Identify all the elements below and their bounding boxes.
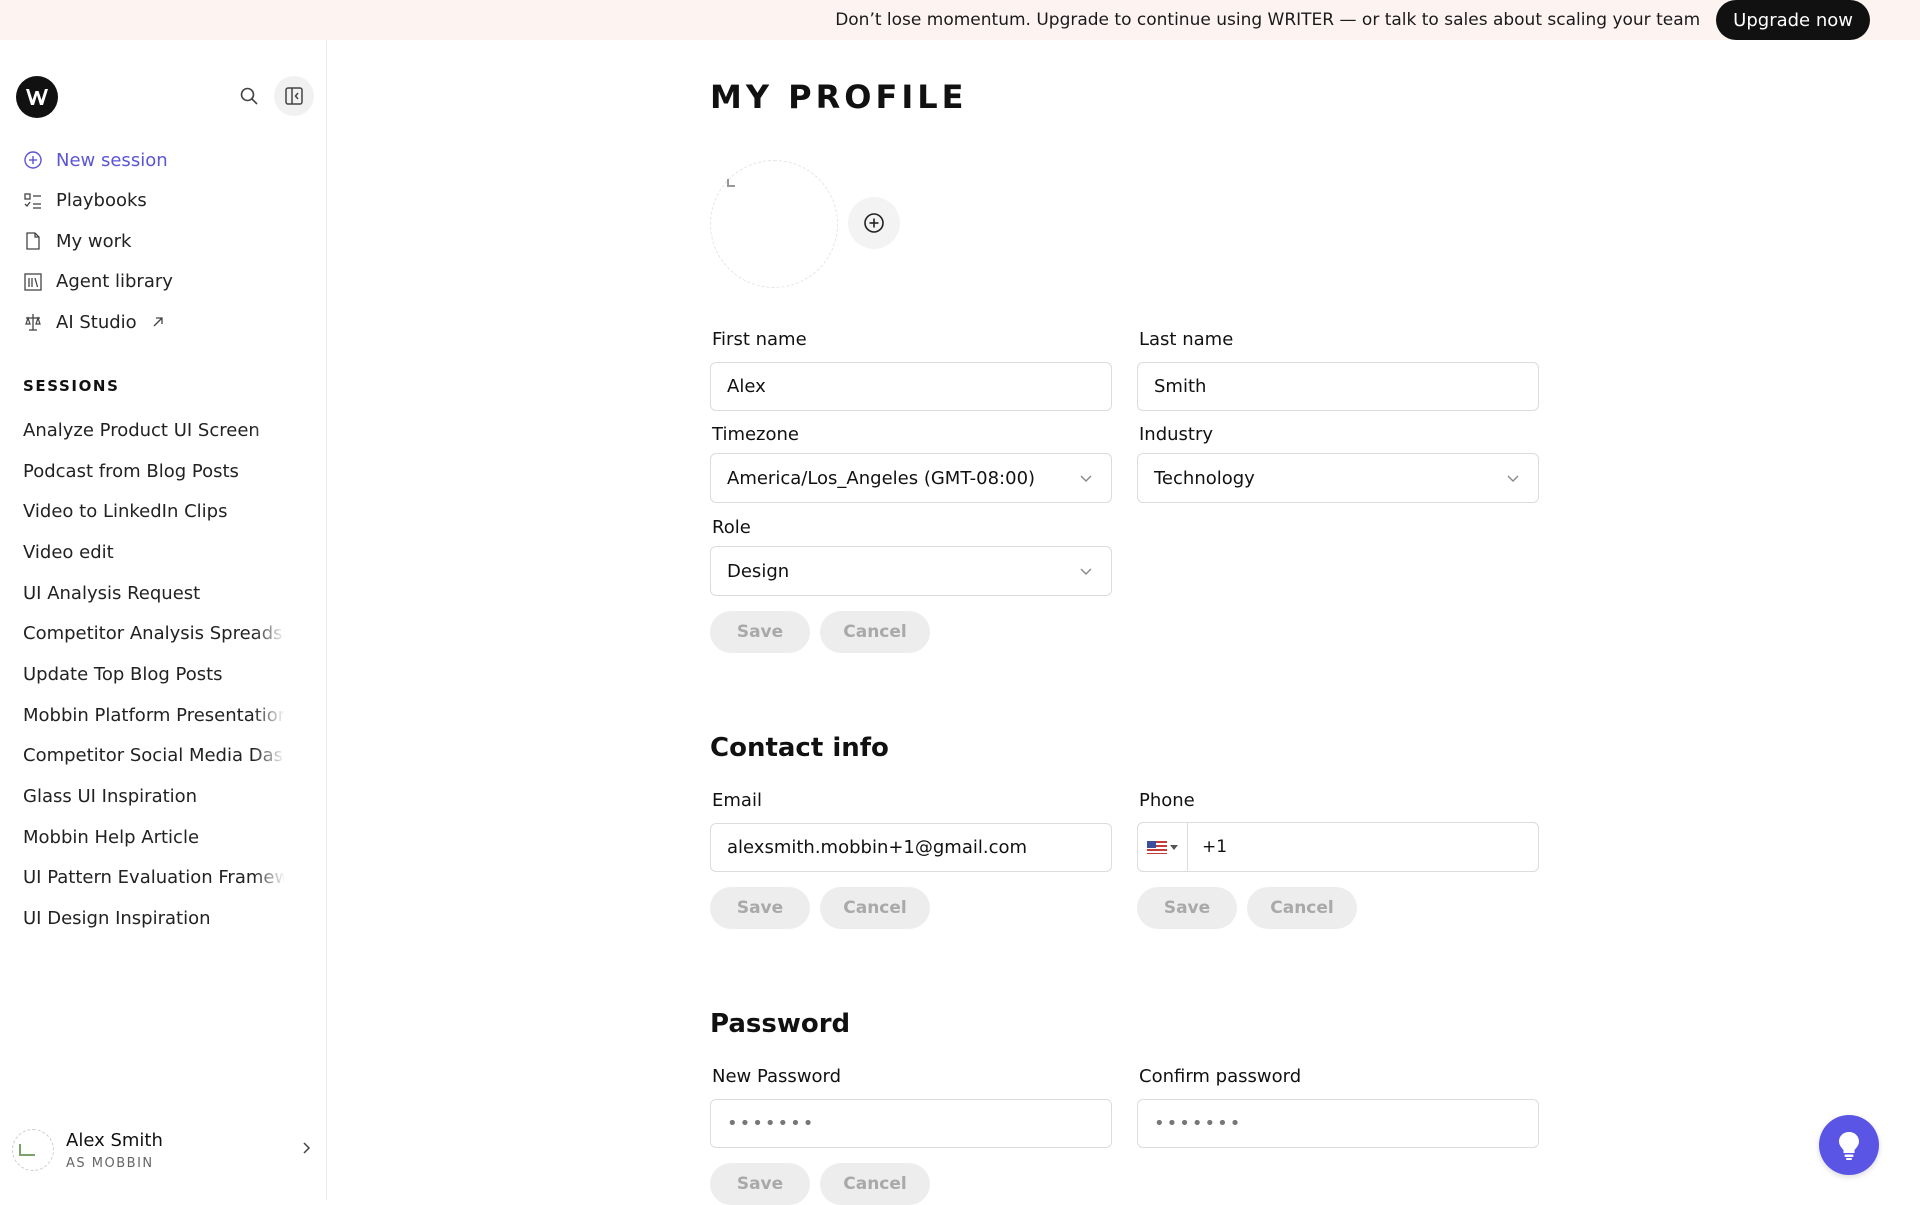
- first-name-field[interactable]: Alex: [710, 362, 1112, 411]
- sessions-heading: SESSIONS: [23, 377, 120, 395]
- session-item[interactable]: Glass UI Inspiration: [23, 776, 285, 817]
- user-account-menu[interactable]: Alex Smith AS MOBBIN: [12, 1120, 312, 1180]
- phone-cancel-button[interactable]: Cancel: [1247, 887, 1357, 929]
- chevron-down-icon: [1507, 475, 1519, 482]
- nav-label: Playbooks: [56, 190, 147, 212]
- library-icon: [22, 271, 44, 293]
- session-item[interactable]: Update Top Blog Posts: [23, 654, 285, 695]
- contact-info-heading: Contact info: [710, 733, 889, 763]
- industry-select[interactable]: Technology: [1137, 453, 1539, 503]
- first-name-value: Alex: [727, 376, 766, 397]
- studio-icon: [22, 311, 44, 333]
- nav-my-work[interactable]: My work: [22, 221, 312, 262]
- session-item[interactable]: Video to LinkedIn Clips: [23, 491, 285, 532]
- email-cancel-button[interactable]: Cancel: [820, 887, 930, 929]
- search-button[interactable]: [229, 76, 269, 116]
- us-flag-icon: [1147, 840, 1167, 854]
- email-save-button[interactable]: Save: [710, 887, 810, 929]
- session-item[interactable]: Analyze Product UI Screen: [23, 410, 285, 451]
- timezone-value: America/Los_Angeles (GMT-08:00): [727, 467, 1036, 489]
- banner-text: Don’t lose momentum. Upgrade to continue…: [835, 10, 1701, 30]
- chevron-down-icon: [1080, 568, 1092, 575]
- confirm-password-label: Confirm password: [1139, 1066, 1302, 1087]
- first-name-label: First name: [712, 329, 807, 350]
- profile-save-button[interactable]: Save: [710, 611, 810, 653]
- timezone-label: Timezone: [712, 424, 799, 445]
- password-save-button[interactable]: Save: [710, 1163, 810, 1205]
- nav-label: New session: [56, 149, 168, 171]
- last-name-field[interactable]: Smith: [1137, 362, 1539, 411]
- session-item[interactable]: Competitor Analysis Spreadsheet: [23, 613, 285, 654]
- new-password-label: New Password: [712, 1066, 842, 1087]
- checklist-icon: [22, 190, 44, 212]
- phone-label: Phone: [1139, 790, 1195, 811]
- confirm-password-value: •••••••: [1154, 1113, 1243, 1134]
- new-password-field[interactable]: •••••••: [710, 1099, 1112, 1148]
- confirm-password-field[interactable]: •••••••: [1137, 1099, 1539, 1148]
- nav-playbooks[interactable]: Playbooks: [22, 181, 312, 222]
- nav-agent-library[interactable]: Agent library: [22, 262, 312, 303]
- avatar: [12, 1129, 54, 1171]
- nav-label: Agent library: [56, 271, 173, 293]
- search-icon: [240, 87, 258, 105]
- session-item[interactable]: UI Pattern Evaluation Framework: [23, 858, 285, 899]
- plus-circle-icon: [22, 149, 44, 171]
- nav-new-session[interactable]: New session: [22, 140, 312, 181]
- session-item[interactable]: Competitor Social Media Dashboard: [23, 736, 285, 777]
- role-label: Role: [712, 517, 751, 538]
- last-name-label: Last name: [1139, 329, 1234, 350]
- add-photo-button[interactable]: [848, 197, 900, 249]
- timezone-select[interactable]: America/Los_Angeles (GMT-08:00): [710, 453, 1112, 503]
- writer-logo-icon: [26, 89, 48, 105]
- sidebar-collapse-icon: [285, 87, 303, 105]
- new-password-value: •••••••: [727, 1113, 816, 1134]
- profile-page: MY PROFILE First name Alex Last name Smi…: [328, 40, 1920, 1205]
- session-item[interactable]: Video edit: [23, 532, 285, 573]
- password-heading: Password: [710, 1009, 851, 1039]
- writer-logo[interactable]: [16, 76, 58, 118]
- page-title: MY PROFILE: [710, 78, 968, 116]
- role-value: Design: [727, 560, 790, 582]
- role-select[interactable]: Design: [710, 546, 1112, 596]
- industry-value: Technology: [1154, 467, 1255, 489]
- email-label: Email: [712, 790, 762, 811]
- external-link-icon: [151, 315, 165, 329]
- session-item[interactable]: Mobbin Platform Presentation: [23, 695, 285, 736]
- phone-save-button[interactable]: Save: [1137, 887, 1237, 929]
- file-icon: [22, 230, 44, 252]
- main-nav: New session Playbooks My work Agent libr…: [22, 140, 312, 343]
- user-org: AS MOBBIN: [66, 1155, 154, 1171]
- chevron-down-icon: [1080, 475, 1092, 482]
- user-name: Alex Smith: [66, 1129, 163, 1151]
- nav-label: My work: [56, 230, 132, 252]
- session-item[interactable]: Mobbin Help Article: [23, 817, 285, 858]
- profile-avatar: [710, 160, 838, 288]
- caret-down-icon: [1170, 844, 1178, 850]
- profile-cancel-button[interactable]: Cancel: [820, 611, 930, 653]
- phone-field[interactable]: +1: [1137, 822, 1539, 872]
- upgrade-banner: Don’t lose momentum. Upgrade to continue…: [0, 0, 1920, 40]
- industry-label: Industry: [1139, 424, 1214, 445]
- phone-value: +1: [1202, 837, 1228, 857]
- last-name-value: Smith: [1154, 376, 1207, 397]
- email-field[interactable]: alexsmith.mobbin+1@gmail.com: [710, 823, 1112, 872]
- lightbulb-icon: [1839, 1132, 1859, 1160]
- nav-label: AI Studio: [56, 311, 137, 333]
- plus-circle-icon: [864, 213, 884, 233]
- upgrade-now-button[interactable]: Upgrade now: [1716, 0, 1870, 40]
- help-button[interactable]: [1819, 1115, 1879, 1175]
- country-code-select[interactable]: [1138, 823, 1188, 871]
- session-item[interactable]: UI Analysis Request: [23, 573, 285, 614]
- chevron-right-icon: [300, 1140, 312, 1160]
- password-cancel-button[interactable]: Cancel: [820, 1163, 930, 1205]
- sidebar: New session Playbooks My work Agent libr…: [0, 40, 327, 1200]
- session-item[interactable]: Podcast from Blog Posts: [23, 451, 285, 492]
- collapse-sidebar-button[interactable]: [274, 76, 314, 116]
- nav-ai-studio[interactable]: AI Studio: [22, 302, 312, 343]
- email-value: alexsmith.mobbin+1@gmail.com: [727, 837, 1028, 858]
- sessions-list: Analyze Product UI Screen Podcast from B…: [23, 410, 285, 939]
- session-item[interactable]: UI Design Inspiration: [23, 898, 285, 939]
